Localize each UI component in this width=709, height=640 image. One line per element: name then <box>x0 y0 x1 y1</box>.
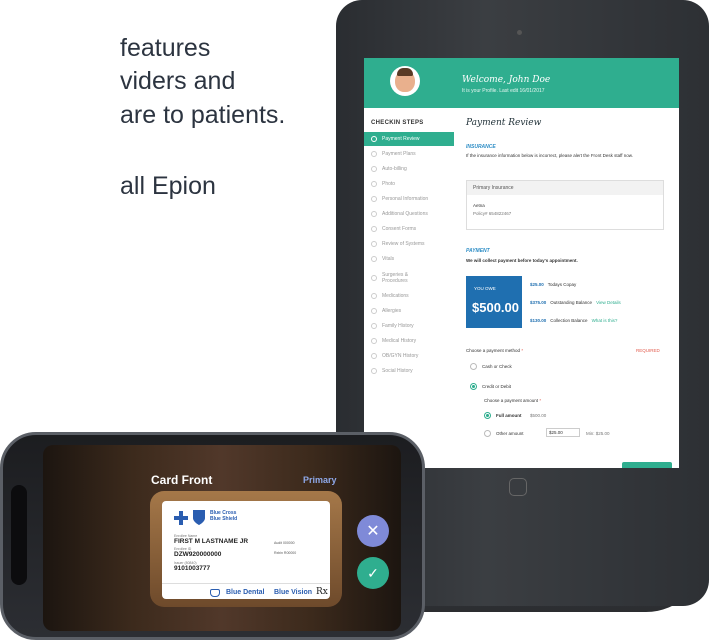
tablet-home-button[interactable] <box>509 478 527 496</box>
step-allergies[interactable]: Allergies <box>364 304 454 318</box>
step-personal-information[interactable]: Personal Information <box>364 192 454 206</box>
payment-amount-label: Choose a payment amount * <box>484 398 542 403</box>
tooth-icon <box>210 589 220 597</box>
welcome-title: Welcome, John Doe <box>462 75 551 85</box>
copy-line-4: all Epion <box>120 172 216 200</box>
continue-button[interactable] <box>622 462 672 468</box>
cash-check-radio[interactable] <box>470 363 477 370</box>
you-owe-label: YOU OWE <box>474 286 496 291</box>
step-auto-billing[interactable]: Auto-billing <box>364 162 454 176</box>
other-amount-label: Other amount <box>496 431 524 436</box>
blue-shield-icon <box>193 510 205 525</box>
full-amount-radio[interactable] <box>484 412 491 419</box>
cash-check-label: Cash or Check <box>482 364 512 369</box>
insurance-heading: INSURANCE <box>466 144 496 150</box>
step-social-history[interactable]: Social History <box>364 364 454 378</box>
insurance-box-head: Primary Insurance <box>467 181 663 195</box>
full-amount-label: Full amount <box>496 413 522 418</box>
profile-subtitle: It is your Profile. Last edit 16/01/2017 <box>462 88 545 94</box>
step-additional-questions[interactable]: Additional Questions <box>364 207 454 221</box>
what-is-this-link[interactable]: What is this? <box>592 318 618 323</box>
close-icon: ✕ <box>366 523 380 540</box>
tablet-camera <box>517 30 522 35</box>
blue-cross-icon <box>174 511 188 525</box>
policy-number: Policy# 654822467 <box>473 211 512 216</box>
you-owe-amount: $500.00 <box>472 300 519 315</box>
step-review-of-systems[interactable]: Review of Systems <box>364 237 454 251</box>
insurance-card-image: Blue Cross Blue Shield Enrollee Name FIRS… <box>162 501 330 599</box>
group-number: 9101003777 <box>174 565 211 572</box>
credit-debit-label: Credit or Debit <box>482 384 512 389</box>
card-side-1: Audit 000000 <box>274 541 295 545</box>
copy-line-1: features <box>120 34 211 62</box>
insurer-name: Aetna <box>473 203 485 208</box>
step-payment-plans[interactable]: Payment Plans <box>364 147 454 161</box>
phone-screen: Card Front Primary Blue Cross Blue Shield… <box>43 445 401 631</box>
step-surgeries[interactable]: Surgeries & Procedures <box>364 268 454 288</box>
card-side-2: Rxbin R00000 <box>274 551 297 555</box>
insurance-box: Primary Insurance Aetna Policy# 65482246… <box>466 180 664 230</box>
payment-method-label: Choose a payment method * <box>466 348 524 353</box>
card-brand: Blue Cross Blue Shield <box>210 510 238 522</box>
step-payment-review[interactable]: Payment Review <box>364 132 454 146</box>
line-item-copay: $25.00 Todays Copay <box>530 282 577 287</box>
background-copy: features viders and are to patients. all… <box>0 0 340 260</box>
payment-heading: PAYMENT <box>466 248 490 254</box>
insurance-note: If the insurance information below is in… <box>466 153 633 158</box>
line-item-collection: $130.00 Collection Balance What is this? <box>530 318 618 323</box>
view-details-link[interactable]: View Details <box>596 300 621 305</box>
confirm-button[interactable]: ✓ <box>357 557 389 589</box>
card-footer: Blue Dental Blue Vision Rx <box>162 583 330 599</box>
required-label: REQUIRED <box>636 348 660 353</box>
copy-line-2: viders and <box>120 67 236 95</box>
step-family-history[interactable]: Family History <box>364 319 454 333</box>
steps-title: CHECKIN STEPS <box>371 120 424 126</box>
payment-note: We will collect payment before today's a… <box>466 258 578 263</box>
primary-label: Primary <box>303 475 337 485</box>
phone-notch <box>11 485 27 585</box>
copy-line-3: are to patients. <box>120 101 286 129</box>
tablet-screen: Welcome, John Doe It is your Profile. La… <box>364 58 679 468</box>
full-amount-value: $500.00 <box>530 413 547 418</box>
phone-device: Card Front Primary Blue Cross Blue Shield… <box>0 432 425 640</box>
member-name: FIRST M LASTNAME JR <box>174 538 249 545</box>
min-amount-note: Min: $25.00 <box>586 431 610 436</box>
check-icon: ✓ <box>367 564 379 581</box>
card-front-label: Card Front <box>151 473 213 487</box>
member-id: DZW920000000 <box>174 551 222 558</box>
step-consent-forms[interactable]: Consent Forms <box>364 222 454 236</box>
step-photo[interactable]: Photo <box>364 177 454 191</box>
step-medical-history[interactable]: Medical History <box>364 334 454 348</box>
credit-debit-radio[interactable] <box>470 383 477 390</box>
avatar <box>390 66 420 96</box>
retake-close-button[interactable]: ✕ <box>357 515 389 547</box>
other-amount-input[interactable]: $25.00 <box>546 428 580 437</box>
amount-due-box: YOU OWE $500.00 <box>466 276 522 328</box>
blue-vision-label: Blue Vision <box>274 589 312 596</box>
step-medications[interactable]: Medications <box>364 289 454 303</box>
line-item-outstanding: $375.00 Outstanding Balance View Details <box>530 300 621 305</box>
page-title: Payment Review <box>466 118 542 128</box>
rx-symbol: Rx <box>316 587 328 597</box>
other-amount-radio[interactable] <box>484 430 491 437</box>
profile-header: Welcome, John Doe It is your Profile. La… <box>364 58 679 108</box>
blue-dental-label: Blue Dental <box>226 589 265 596</box>
step-obgyn-history[interactable]: OB/GYN History <box>364 349 454 363</box>
step-vitals[interactable]: Vitals <box>364 252 454 266</box>
